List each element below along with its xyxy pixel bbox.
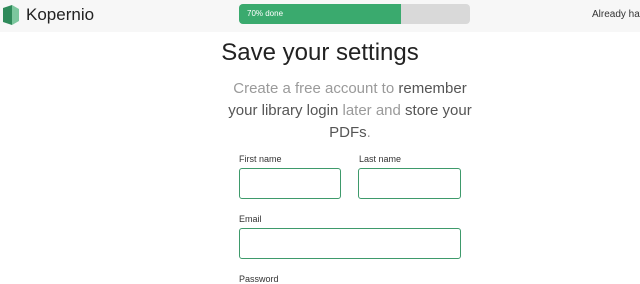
first-name-label: First name bbox=[239, 154, 282, 164]
kopernio-logo-icon[interactable] bbox=[3, 5, 19, 25]
page-title: Save your settings bbox=[221, 39, 419, 66]
top-bar: Kopernio 70% done Already hav bbox=[0, 0, 640, 32]
first-name-field[interactable] bbox=[239, 168, 341, 199]
email-label: Email bbox=[239, 214, 262, 224]
subtitle-text: later and bbox=[338, 102, 406, 119]
email-field[interactable] bbox=[239, 228, 461, 259]
brand-name[interactable]: Kopernio bbox=[26, 5, 94, 25]
last-name-label: Last name bbox=[359, 154, 402, 164]
progress-bar: 70% done bbox=[239, 4, 470, 24]
last-name-field[interactable] bbox=[358, 168, 461, 199]
page-subtitle: Create a free account to remember your l… bbox=[220, 78, 480, 144]
progress-label: 70% done bbox=[247, 9, 284, 18]
already-have-account-link[interactable]: Already hav bbox=[592, 9, 640, 20]
subtitle-text: . bbox=[366, 124, 371, 141]
subtitle-text: Create a free account to bbox=[233, 80, 399, 97]
password-label: Password bbox=[239, 274, 279, 284]
